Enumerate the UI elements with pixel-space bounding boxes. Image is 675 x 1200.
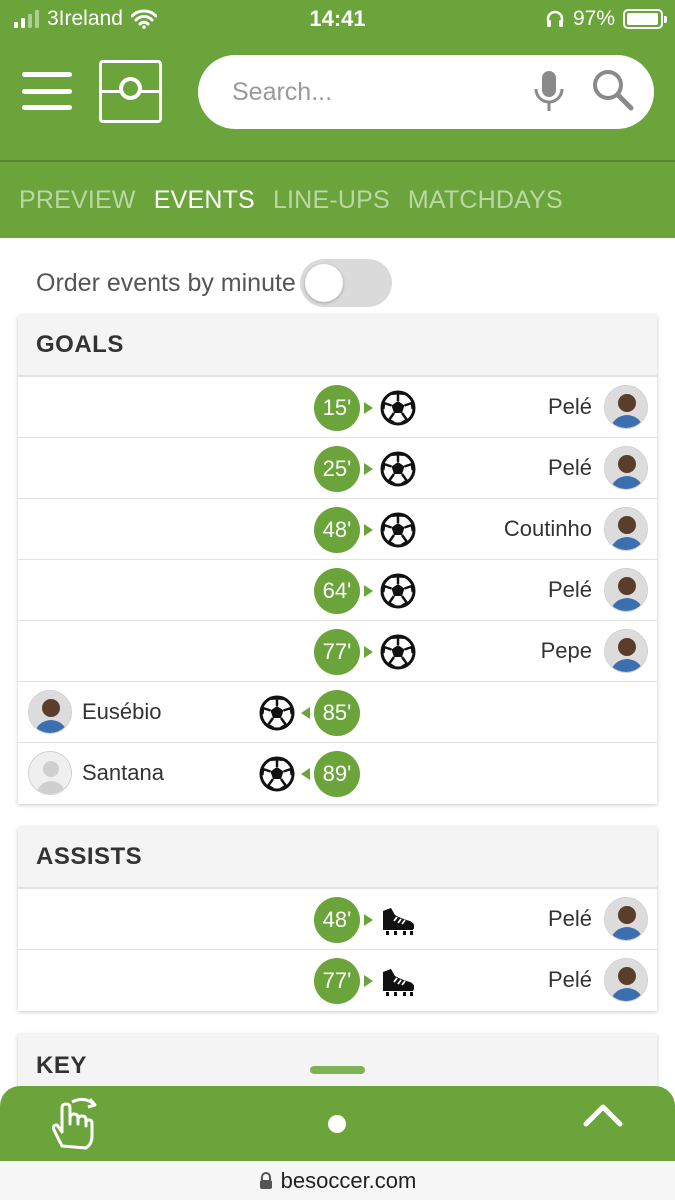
player-avatar-pele[interactable] — [604, 385, 648, 429]
event-minute: 64' — [314, 568, 360, 614]
event-direction-arrow — [364, 585, 373, 597]
player-avatar-coutinho[interactable] — [604, 507, 648, 551]
soccer-ball-icon — [259, 695, 295, 731]
tab-line-ups[interactable]: LINE-UPS — [273, 186, 390, 215]
key-title: KEY — [36, 1052, 87, 1079]
match-tabs: PREVIEW EVENTS LINE-UPS MATCHDAYS — [0, 162, 675, 238]
search-input[interactable] — [232, 69, 512, 115]
menu-icon[interactable] — [22, 72, 72, 110]
football-boot-icon — [380, 963, 416, 999]
player-name[interactable]: Pelé — [548, 967, 592, 993]
bottom-bar — [0, 1086, 675, 1161]
center-dot-icon[interactable] — [328, 1115, 346, 1133]
player-avatar-pepe[interactable] — [604, 629, 648, 673]
assists-list: 48' Pelé 77' Pelé — [18, 889, 657, 1011]
pitch-logo-icon[interactable] — [99, 60, 162, 123]
event-row[interactable]: 77' Pepe — [18, 621, 657, 682]
player-avatar-santana[interactable] — [28, 751, 72, 795]
event-minute: 25' — [314, 446, 360, 492]
player-avatar-pele[interactable] — [604, 897, 648, 941]
event-row[interactable]: Santana 89' — [18, 743, 657, 804]
player-name[interactable]: Pepe — [541, 638, 592, 664]
soccer-ball-icon — [259, 756, 295, 792]
drawer-handle[interactable] — [310, 1066, 365, 1074]
event-direction-arrow — [364, 975, 373, 987]
tab-preview[interactable]: PREVIEW — [19, 186, 136, 215]
order-events-row: Order events by minute — [0, 256, 675, 312]
event-direction-arrow — [301, 768, 310, 780]
assists-card: ASSISTS 48' Pelé 77' Pelé — [18, 827, 657, 1011]
event-row[interactable]: 25' Pelé — [18, 438, 657, 499]
event-row[interactable]: 77' Pelé — [18, 950, 657, 1011]
tab-events[interactable]: EVENTS — [154, 186, 255, 215]
player-avatar-pele[interactable] — [604, 568, 648, 612]
soccer-ball-icon — [380, 573, 416, 609]
order-events-label: Order events by minute — [36, 269, 296, 297]
tab-matchdays[interactable]: MATCHDAYS — [408, 186, 563, 215]
event-minute: 77' — [314, 958, 360, 1004]
soccer-ball-icon — [380, 451, 416, 487]
player-avatar-pele[interactable] — [604, 446, 648, 490]
player-name[interactable]: Pelé — [548, 455, 592, 481]
battery-icon — [623, 9, 667, 29]
event-direction-arrow — [364, 646, 373, 658]
battery-percent: 97% — [572, 7, 615, 30]
app-header — [0, 38, 675, 160]
player-name[interactable]: Pelé — [548, 906, 592, 932]
goals-list: 15' Pelé 25' Pelé 48' Coutinho 64' Pelé 77' Pepe E… — [18, 377, 657, 804]
goals-title: GOALS — [18, 315, 657, 377]
search-icon[interactable] — [590, 67, 636, 113]
event-row[interactable]: 48' Pelé — [18, 889, 657, 950]
event-row[interactable]: 15' Pelé — [18, 377, 657, 438]
player-name[interactable]: Coutinho — [504, 516, 592, 542]
toggle-knob — [305, 264, 343, 302]
event-row[interactable]: 48' Coutinho — [18, 499, 657, 560]
event-row[interactable]: Eusébio 85' — [18, 682, 657, 743]
event-direction-arrow — [364, 914, 373, 926]
football-boot-icon — [380, 902, 416, 938]
event-minute: 48' — [314, 897, 360, 943]
event-direction-arrow — [301, 707, 310, 719]
microphone-icon[interactable] — [532, 69, 566, 115]
event-direction-arrow — [364, 463, 373, 475]
player-name[interactable]: Pelé — [548, 394, 592, 420]
event-minute: 77' — [314, 629, 360, 675]
soccer-ball-icon — [380, 634, 416, 670]
soccer-ball-icon — [380, 390, 416, 426]
event-minute: 85' — [314, 690, 360, 736]
player-name[interactable]: Santana — [82, 760, 164, 786]
swipe-hand-icon[interactable] — [44, 1094, 104, 1154]
goals-card: GOALS 15' Pelé 25' Pelé 48' Coutinho 64' Pelé 77… — [18, 315, 657, 804]
event-direction-arrow — [364, 402, 373, 414]
browser-url-bar[interactable]: besoccer.com — [0, 1161, 675, 1200]
player-avatar-pele[interactable] — [604, 958, 648, 1002]
soccer-ball-icon — [380, 512, 416, 548]
player-name[interactable]: Pelé — [548, 577, 592, 603]
status-bar: 3Ireland 14:41 97% — [0, 0, 675, 38]
search-bar — [198, 55, 654, 129]
event-minute: 89' — [314, 751, 360, 797]
assists-title: ASSISTS — [18, 827, 657, 889]
event-direction-arrow — [364, 524, 373, 536]
order-events-toggle[interactable] — [300, 259, 392, 307]
status-right-group: 97% — [545, 7, 667, 31]
event-minute: 48' — [314, 507, 360, 553]
event-row[interactable]: 64' Pelé — [18, 560, 657, 621]
lock-icon — [259, 1171, 272, 1189]
url-text: besoccer.com — [280, 1167, 417, 1193]
headphones-icon — [546, 10, 564, 27]
chevron-up-icon[interactable] — [583, 1100, 623, 1132]
player-avatar-eusebio[interactable] — [28, 690, 72, 734]
event-minute: 15' — [314, 385, 360, 431]
player-name[interactable]: Eusébio — [82, 699, 162, 725]
